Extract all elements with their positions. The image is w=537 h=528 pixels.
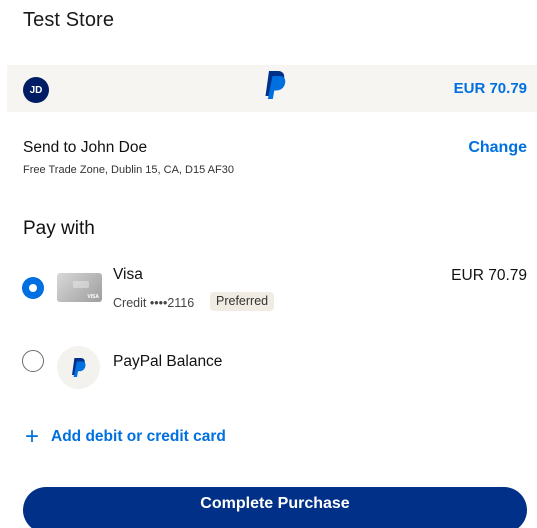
payment-method-amount: EUR 70.79 [451, 267, 527, 284]
shipping-address: Free Trade Zone, Dublin 15, CA, D15 AF30 [23, 164, 234, 176]
complete-purchase-button[interactable]: Complete Purchase [23, 487, 527, 528]
visa-radio-selected[interactable] [22, 277, 44, 299]
paypal-logo-icon [265, 71, 286, 99]
paypal-balance-radio[interactable] [22, 350, 44, 372]
add-card-label: Add debit or credit card [51, 428, 226, 445]
preferred-badge: Preferred [210, 292, 275, 311]
pay-with-heading: Pay with [23, 218, 95, 239]
add-card-link[interactable]: + Add debit or credit card [25, 425, 226, 449]
paypal-balance-icon [57, 346, 100, 389]
order-summary-bar: JD EUR 70.79 [7, 65, 537, 112]
user-avatar[interactable]: JD [23, 77, 49, 103]
change-shipping-link[interactable]: Change [468, 139, 527, 157]
payment-method-detail: Credit ••••2116 [113, 296, 195, 310]
payment-method-name[interactable]: Visa [113, 266, 143, 284]
store-title: Test Store [23, 9, 115, 31]
plus-icon: + [25, 423, 40, 450]
checkout-page: Test Store JD EUR 70.79 Send to John Doe… [0, 0, 537, 528]
shipping-recipient: Send to John Doe [23, 139, 148, 156]
payment-method-name[interactable]: PayPal Balance [113, 353, 222, 371]
order-total-amount[interactable]: EUR 70.79 [454, 80, 527, 97]
visa-card-icon: VISA [57, 273, 102, 302]
